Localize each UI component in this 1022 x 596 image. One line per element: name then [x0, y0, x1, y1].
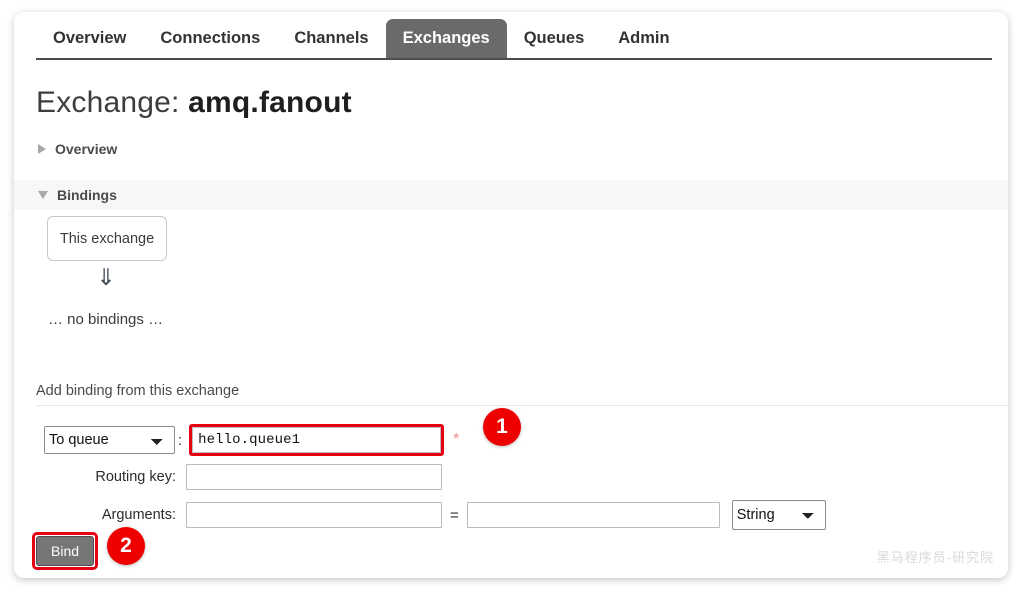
form-row-arguments: Arguments: = String — [44, 500, 826, 530]
arguments-label: Arguments: — [44, 507, 186, 523]
destination-input[interactable] — [192, 427, 441, 453]
no-bindings-message: … no bindings … — [48, 311, 163, 328]
page-title-exchange-name: amq.fanout — [188, 86, 352, 119]
routing-key-label: Routing key: — [44, 469, 186, 485]
argument-equals-sign: = — [442, 507, 467, 524]
tab-exchanges[interactable]: Exchanges — [386, 19, 507, 58]
required-asterisk: * — [444, 433, 459, 447]
tab-queues[interactable]: Queues — [507, 19, 602, 58]
section-toggle-bindings[interactable]: Bindings — [38, 187, 117, 203]
bind-button-highlight-outline: Bind — [32, 532, 98, 570]
destination-highlight-outline — [189, 424, 444, 456]
section-label-overview: Overview — [55, 141, 117, 157]
argument-key-input[interactable] — [186, 502, 442, 528]
binding-source-node[interactable]: This exchange — [47, 216, 167, 261]
management-card: Overview Connections Channels Exchanges … — [14, 12, 1008, 578]
triangle-down-icon — [38, 191, 48, 199]
bindings-section-band — [14, 180, 1008, 210]
tab-channels[interactable]: Channels — [277, 19, 385, 58]
nav-tab-list: Overview Connections Channels Exchanges … — [36, 18, 687, 58]
triangle-right-icon — [38, 144, 46, 154]
routing-key-input[interactable] — [186, 464, 442, 490]
double-down-arrow-icon: ⇓ — [47, 264, 165, 290]
argument-type-select[interactable]: String — [732, 500, 826, 530]
section-label-bindings: Bindings — [57, 187, 117, 203]
annotation-badge-2: 2 — [107, 527, 145, 565]
form-row-routing-key: Routing key: — [44, 464, 442, 490]
tab-overview[interactable]: Overview — [36, 19, 143, 58]
screenshot-root: Overview Connections Channels Exchanges … — [0, 0, 1022, 596]
annotation-badge-1: 1 — [483, 408, 521, 446]
page-title-prefix: Exchange: — [36, 86, 180, 119]
nav-underline — [36, 58, 992, 60]
form-row-submit: Bind — [32, 532, 98, 570]
page-title: Exchange: amq.fanout — [36, 86, 352, 120]
destination-colon: : — [175, 432, 189, 449]
watermark-text: 黑马程序员-研究院 — [877, 547, 994, 566]
add-binding-heading: Add binding from this exchange — [36, 383, 239, 399]
tab-connections[interactable]: Connections — [143, 19, 277, 58]
add-binding-divider — [36, 405, 1008, 406]
section-toggle-overview[interactable]: Overview — [38, 141, 117, 157]
destination-type-select[interactable]: To queue — [44, 426, 175, 454]
bind-button[interactable]: Bind — [36, 536, 94, 566]
argument-value-input[interactable] — [467, 502, 720, 528]
tab-admin[interactable]: Admin — [601, 19, 686, 58]
main-navigation: Overview Connections Channels Exchanges … — [14, 12, 1008, 58]
form-row-destination: To queue : * — [44, 424, 459, 456]
